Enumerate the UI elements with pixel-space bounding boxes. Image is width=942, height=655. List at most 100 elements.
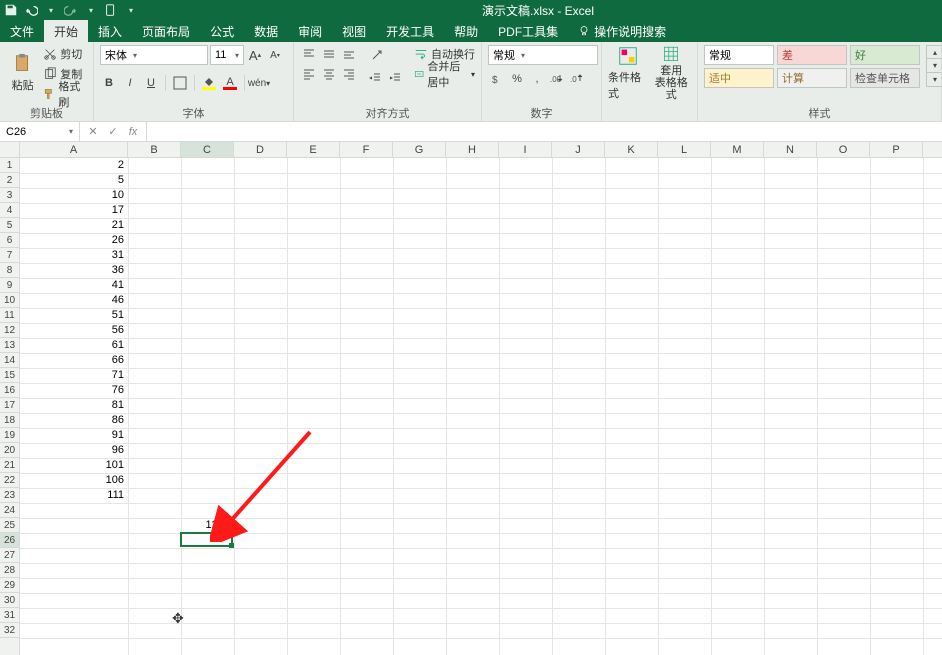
qat-caret-1[interactable]: ▾ [44,3,58,17]
row-header-17[interactable]: 17 [0,398,19,413]
col-header-N[interactable]: N [764,142,817,157]
phonetic-button[interactable]: wén▾ [250,73,268,93]
row-header-32[interactable]: 32 [0,623,19,638]
row-header-23[interactable]: 23 [0,488,19,503]
row-header-29[interactable]: 29 [0,578,19,593]
fill-handle[interactable] [229,543,234,548]
bold-button[interactable]: B [100,73,118,93]
fill-color-button[interactable] [200,73,218,93]
cell-A5[interactable]: 21 [20,218,128,233]
col-header-E[interactable]: E [287,142,340,157]
row-header-12[interactable]: 12 [0,323,19,338]
row-header-21[interactable]: 21 [0,458,19,473]
tab-help[interactable]: 帮助 [444,20,488,42]
cell-A13[interactable]: 61 [20,338,128,353]
cell-A15[interactable]: 71 [20,368,128,383]
cell-A18[interactable]: 86 [20,413,128,428]
tab-home[interactable]: 开始 [44,20,88,42]
row-header-15[interactable]: 15 [0,368,19,383]
row-header-4[interactable]: 4 [0,203,19,218]
qat-customize-caret[interactable]: ▾ [124,3,138,17]
row-header-30[interactable]: 30 [0,593,19,608]
cell-A2[interactable]: 5 [20,173,128,188]
row-header-10[interactable]: 10 [0,293,19,308]
shrink-font-button[interactable]: A▾ [266,45,284,65]
col-header-G[interactable]: G [393,142,446,157]
cell-A10[interactable]: 46 [20,293,128,308]
comma-format-button[interactable]: , [528,69,546,89]
cell-A7[interactable]: 31 [20,248,128,263]
row-header-24[interactable]: 24 [0,503,19,518]
borders-button[interactable] [171,73,189,93]
tab-review[interactable]: 审阅 [288,20,332,42]
row-header-22[interactable]: 22 [0,473,19,488]
cell-A21[interactable]: 101 [20,458,128,473]
row-header-8[interactable]: 8 [0,263,19,278]
row-header-26[interactable]: 26 [0,533,19,548]
row-header-16[interactable]: 16 [0,383,19,398]
font-size-select[interactable]: 11▾ [210,45,244,65]
font-color-button[interactable]: A [221,73,239,93]
row-header-13[interactable]: 13 [0,338,19,353]
tab-view[interactable]: 视图 [332,20,376,42]
col-header-I[interactable]: I [499,142,552,157]
tab-developer[interactable]: 开发工具 [376,20,444,42]
number-format-select[interactable]: 常规▾ [488,45,598,65]
qat-caret-2[interactable]: ▾ [84,3,98,17]
touch-mode-icon[interactable] [104,3,118,17]
row-header-20[interactable]: 20 [0,443,19,458]
italic-button[interactable]: I [121,73,139,93]
increase-decimal-button[interactable]: .00 [548,69,566,89]
row-header-19[interactable]: 19 [0,428,19,443]
conditional-format-button[interactable]: 条件格式 [608,45,648,101]
row-header-7[interactable]: 7 [0,248,19,263]
styles-scroll-up[interactable]: ▴ [926,45,942,59]
cell-A4[interactable]: 17 [20,203,128,218]
align-bottom-button[interactable] [340,45,358,63]
row-header-1[interactable]: 1 [0,158,19,173]
col-header-D[interactable]: D [234,142,287,157]
tell-me[interactable]: 操作说明搜索 [568,20,676,42]
decrease-decimal-button[interactable]: .0 [568,69,586,89]
row-header-27[interactable]: 27 [0,548,19,563]
style-neutral[interactable]: 适中 [704,68,774,88]
col-header-H[interactable]: H [446,142,499,157]
col-header-O[interactable]: O [817,142,870,157]
align-middle-button[interactable] [320,45,338,63]
styles-scroll-down[interactable]: ▾ [926,59,942,73]
undo-icon[interactable] [24,3,38,17]
increase-indent-button[interactable] [386,68,404,88]
cut-button[interactable]: 剪切 [43,45,87,63]
row-header-14[interactable]: 14 [0,353,19,368]
tab-page-layout[interactable]: 页面布局 [132,20,200,42]
cell-A23[interactable]: 111 [20,488,128,503]
row-header-5[interactable]: 5 [0,218,19,233]
row-header-11[interactable]: 11 [0,308,19,323]
align-center-button[interactable] [320,65,338,83]
percent-format-button[interactable]: % [508,69,526,89]
row-header-31[interactable]: 31 [0,608,19,623]
cell-A17[interactable]: 81 [20,398,128,413]
merge-center-button[interactable]: 合并后居中 ▾ [414,65,475,83]
enter-formula-button[interactable]: ✓ [106,125,120,138]
style-calc[interactable]: 计算 [777,68,847,88]
col-header-B[interactable]: B [128,142,181,157]
col-header-J[interactable]: J [552,142,605,157]
row-header-9[interactable]: 9 [0,278,19,293]
row-header-3[interactable]: 3 [0,188,19,203]
worksheet-grid[interactable]: ABCDEFGHIJKLMNOP 12345678910111213141516… [0,142,942,655]
row-header-18[interactable]: 18 [0,413,19,428]
col-header-P[interactable]: P [870,142,923,157]
align-top-button[interactable] [300,45,318,63]
row-header-28[interactable]: 28 [0,563,19,578]
cell-C25[interactable]: 1288 [181,518,234,533]
format-as-table-button[interactable]: 套用 表格格式 [652,45,692,101]
cell-A16[interactable]: 76 [20,383,128,398]
align-right-button[interactable] [340,65,358,83]
styles-more[interactable]: ▾ [926,73,942,87]
orientation-button[interactable] [366,45,388,65]
row-header-25[interactable]: 25 [0,518,19,533]
tab-formulas[interactable]: 公式 [200,20,244,42]
format-painter-button[interactable]: 格式刷 [43,85,87,103]
col-header-K[interactable]: K [605,142,658,157]
